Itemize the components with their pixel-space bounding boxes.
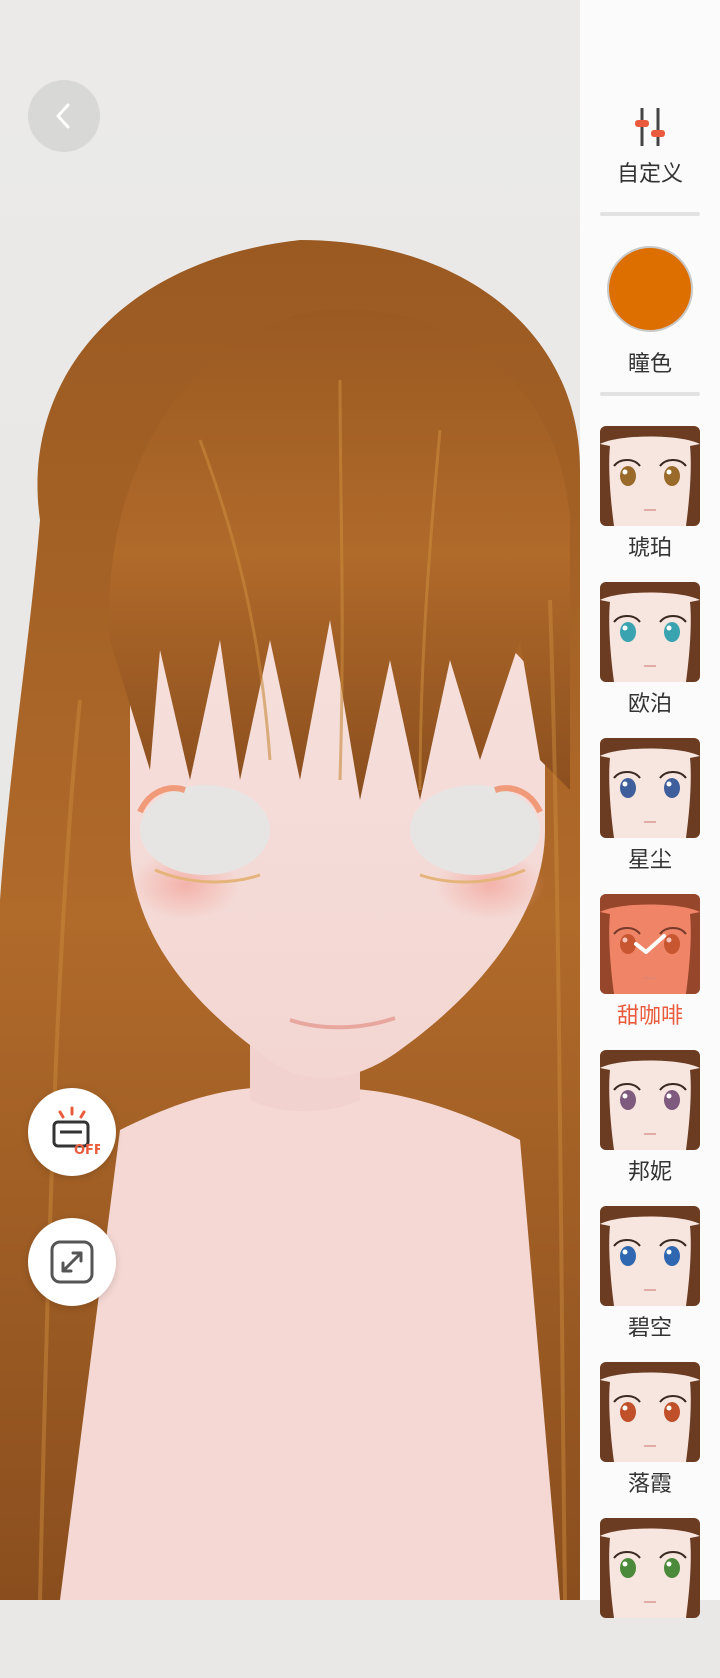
lamp-off-icon: OFF [52, 1106, 100, 1158]
avatar-viewport[interactable]: OFF [0, 0, 580, 1600]
light-toggle-button[interactable]: OFF [28, 1088, 116, 1176]
expand-icon [50, 1240, 94, 1284]
eye-style-thumbnail [600, 1206, 700, 1306]
sliders-icon [635, 108, 665, 146]
custom-label: 自定义 [616, 162, 683, 187]
custom-button[interactable]: 自定义 [580, 104, 720, 188]
eye-style-label: 邦妮 [627, 1160, 672, 1185]
divider [600, 392, 700, 396]
eye-style-label: 落霞 [627, 1472, 672, 1497]
pupil-color-label: 瞳色 [627, 352, 672, 377]
eye-style-thumbnail [600, 894, 700, 994]
avatar-render [0, 240, 580, 1600]
eye-style-label: 欧泊 [627, 692, 672, 717]
eye-style-item[interactable] [580, 1518, 720, 1678]
back-arrow-icon [56, 103, 70, 129]
pupil-color-button[interactable]: 瞳色 [580, 246, 720, 378]
eye-style-item[interactable]: 甜咖啡 [580, 894, 720, 1054]
eye-style-thumbnail [600, 738, 700, 838]
eye-style-label: 甜咖啡 [616, 1004, 683, 1029]
eye-style-label: 星尘 [627, 848, 672, 873]
eye-style-item[interactable]: 落霞 [580, 1362, 720, 1522]
back-button[interactable] [28, 80, 100, 152]
eye-style-item[interactable]: 星尘 [580, 738, 720, 898]
eye-style-label: 碧空 [627, 1316, 672, 1341]
eye-style-thumbnail [600, 1518, 700, 1618]
eye-style-thumbnail [600, 1362, 700, 1462]
pupil-color-swatch [607, 246, 693, 332]
eye-style-item[interactable]: 邦妮 [580, 1050, 720, 1210]
eye-style-thumbnail [600, 582, 700, 682]
eye-style-panel: 自定义 瞳色 琥珀欧泊星尘甜咖啡邦妮碧空落霞 [580, 0, 720, 1618]
fullscreen-button[interactable] [28, 1218, 116, 1306]
eye-style-thumbnail [600, 426, 700, 526]
eye-style-item[interactable]: 欧泊 [580, 582, 720, 742]
light-toggle-label: OFF [74, 1143, 100, 1158]
eye-style-item[interactable]: 碧空 [580, 1206, 720, 1366]
eye-style-label: 琥珀 [627, 536, 672, 561]
eye-style-thumbnail [600, 1050, 700, 1150]
divider [600, 212, 700, 216]
eye-style-item[interactable]: 琥珀 [580, 426, 720, 586]
